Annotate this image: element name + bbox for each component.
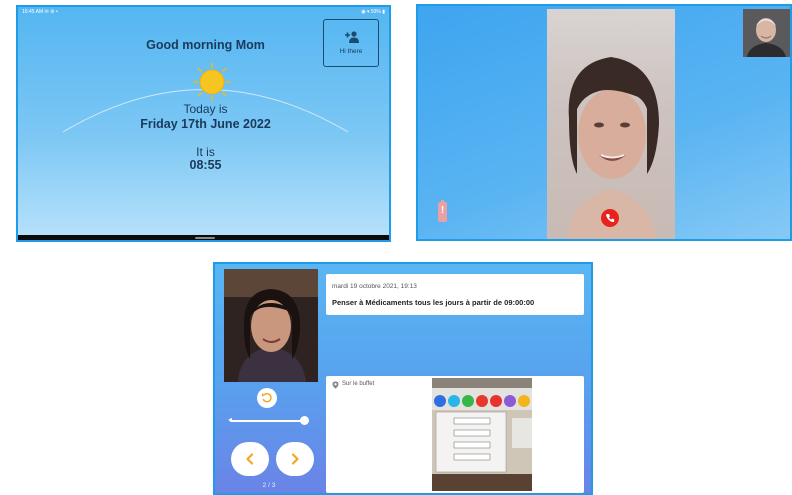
phone-hangup-icon	[606, 214, 615, 223]
remote-video	[547, 9, 675, 239]
remote-person-image	[567, 57, 659, 239]
arrow-left-icon: ◂	[228, 415, 233, 424]
time-text: 08:55	[189, 158, 222, 172]
next-button[interactable]	[276, 442, 314, 476]
date-text: Friday 17th June 2022	[140, 117, 271, 131]
rotate-camera-button[interactable]	[257, 388, 277, 408]
location-card: Sur le buffet	[326, 376, 584, 493]
self-video-image	[224, 269, 318, 382]
time-label: It is	[196, 145, 215, 159]
rotate-camera-icon	[262, 392, 272, 403]
sun-icon	[193, 63, 231, 101]
location-pin-icon	[332, 381, 339, 389]
today-label: Today is	[183, 102, 228, 116]
medication-photo	[432, 378, 532, 491]
people-icon	[345, 31, 359, 43]
home-screen: 10:45 AM ✉ ⚙ • ◉ ▾ 93% ▮ Good morning Mo…	[16, 5, 391, 242]
hi-there-label: Hi there	[339, 48, 363, 55]
hi-there-button[interactable]: Hi there	[323, 19, 379, 67]
self-person-image	[743, 9, 790, 57]
chevron-right-icon	[291, 453, 299, 465]
home-pill[interactable]	[195, 237, 215, 239]
volume-slider-knob[interactable]	[299, 416, 309, 425]
self-video	[224, 269, 318, 382]
battery-low-icon: !	[438, 200, 447, 222]
system-nav-bar	[18, 235, 389, 240]
volume-slider[interactable]: ◂	[228, 415, 309, 425]
page-indicator: 2 / 3	[262, 482, 276, 489]
chevron-left-icon	[246, 453, 254, 465]
reminder-screen: ◂ 2 / 3 mardi 19 octobre 2021, 19:13 Pen…	[213, 262, 593, 495]
hang-up-button[interactable]	[601, 209, 619, 227]
previous-button[interactable]	[231, 442, 269, 476]
pill-organizer-image	[432, 378, 532, 491]
reminder-date: mardi 19 octobre 2021, 19:13	[332, 283, 417, 290]
location-text: Sur le buffet	[342, 381, 375, 387]
self-view-video[interactable]	[743, 9, 790, 57]
video-call-screen: !	[416, 4, 792, 241]
reminder-message: Penser à Médicaments tous les jours à pa…	[332, 298, 535, 307]
reminder-card: mardi 19 octobre 2021, 19:13 Penser à Mé…	[326, 274, 584, 315]
